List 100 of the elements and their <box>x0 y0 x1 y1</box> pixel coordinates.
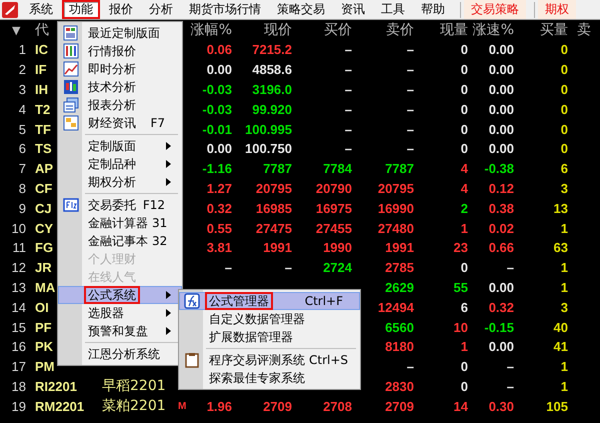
table-cell: 0 <box>560 122 568 137</box>
submenu-arrow-icon <box>166 178 171 186</box>
table-cell: 14 <box>454 398 468 414</box>
menu-item[interactable]: 财经资讯 F7 <box>58 114 182 132</box>
column-header[interactable]: 买价 <box>324 21 352 39</box>
table-cell: CF <box>35 180 52 196</box>
table-cell: – <box>406 82 414 97</box>
menu-item[interactable]: 帮助 <box>414 0 452 19</box>
table-cell: IF <box>35 62 47 78</box>
document-icon <box>63 115 79 131</box>
table-cell: 7215.2 <box>252 42 292 58</box>
table-cell: 6560 <box>385 320 414 335</box>
menu-item[interactable]: 技术分析 <box>58 78 182 96</box>
menu-item[interactable]: 行情报价 <box>58 42 182 60</box>
table-cell: 0.00 <box>488 82 514 97</box>
column-header[interactable]: 现量 <box>440 21 468 39</box>
table-cell: 菜粕2201 <box>102 397 166 416</box>
menu-item[interactable]: 定制版面 <box>58 137 182 155</box>
table-cell: 27455 <box>316 220 352 236</box>
table-cell: 7787 <box>385 161 414 176</box>
menu-item[interactable]: 公式管理器 Ctrl+F <box>179 292 360 310</box>
table-cell: -0.01 <box>202 122 232 137</box>
row-number: 12 <box>12 260 26 276</box>
table-cell: 1 <box>560 359 568 374</box>
menu-item[interactable]: 期权 <box>538 0 576 19</box>
menu-item[interactable]: 系统 <box>22 0 60 19</box>
column-header[interactable]: 卖 <box>577 21 591 39</box>
menu-item[interactable]: 最近定制版面 <box>58 24 182 42</box>
submenu-arrow-icon <box>166 327 171 335</box>
menu-item[interactable]: 预警和复盘 <box>58 322 182 340</box>
table-cell: – <box>406 359 414 374</box>
menu-item[interactable]: 金融计算器 31 <box>58 214 182 232</box>
column-header[interactable]: 买量 <box>540 21 568 39</box>
menu-item[interactable]: 资讯 <box>334 0 372 19</box>
table-cell: 7784 <box>323 161 352 176</box>
menu-item[interactable]: 金融记事本 32 <box>58 232 182 250</box>
table-cell: 0 <box>460 359 468 374</box>
menu-item[interactable]: 策略交易 <box>270 0 332 19</box>
column-header[interactable]: 涨速% <box>472 21 514 39</box>
table-cell: JR <box>35 260 52 276</box>
table-cell: PF <box>35 320 52 335</box>
menu-item[interactable]: 分析 <box>142 0 180 19</box>
row-number: 5 <box>18 122 26 137</box>
table-cell: 0.00 <box>488 339 514 354</box>
table-cell: 0.30 <box>488 398 514 414</box>
table-cell: 0 <box>560 82 568 97</box>
menu-item[interactable]: 功能 <box>62 0 100 19</box>
table-cell: 100.750 <box>245 141 292 156</box>
table-cell: CJ <box>35 200 52 216</box>
table-cell: AP <box>35 161 54 176</box>
table-cell: 4858.6 <box>252 62 292 78</box>
menu-item[interactable]: 探索最佳专家系统 <box>179 369 360 387</box>
menu-item[interactable]: 工具 <box>374 0 412 19</box>
table-cell: 3.81 <box>206 240 232 256</box>
table-cell: 0 <box>460 62 468 78</box>
table-cell: 1.27 <box>206 180 232 196</box>
menu-item[interactable]: 报价 <box>102 0 140 19</box>
column-header[interactable]: 涨幅% <box>190 21 232 39</box>
menu-item[interactable]: 即时分析 <box>58 60 182 78</box>
table-cell: 2709 <box>263 398 292 414</box>
menu-item[interactable]: 定制品种 <box>58 155 182 173</box>
menu-item[interactable]: 江恩分析系统 <box>58 345 182 363</box>
menu-item[interactable]: 期权分析 <box>58 173 182 191</box>
table-cell: 20795 <box>378 180 414 196</box>
submenu-arrow-icon <box>166 291 171 299</box>
table-cell: 1 <box>460 339 468 354</box>
menu-item[interactable]: 程序交易评测系统 Ctrl+S <box>179 351 360 369</box>
table-cell: 27475 <box>256 220 292 236</box>
menu-item[interactable]: 扩展数据管理器 <box>179 328 360 346</box>
table-cell: 23 <box>454 240 468 256</box>
table-cell: 8180 <box>385 339 414 354</box>
table-cell: 0.32 <box>206 200 232 216</box>
window-icon <box>63 97 79 113</box>
row-number: 7 <box>18 161 26 176</box>
column-header[interactable]: 现价 <box>264 21 292 39</box>
table-cell: 16975 <box>316 200 352 216</box>
menu-item[interactable]: 自定义数据管理器 <box>179 310 360 328</box>
table-cell: 2708 <box>323 398 352 414</box>
menu-item[interactable]: 选股器 <box>58 304 182 322</box>
column-header[interactable]: 代 <box>35 21 49 39</box>
column-header[interactable]: 卖价 <box>386 21 414 39</box>
table-cell: 0 <box>560 141 568 156</box>
table-cell: PM <box>35 359 54 374</box>
table-cell: – <box>224 260 232 276</box>
table-cell: 1 <box>560 378 568 394</box>
column-header[interactable]: ▼ <box>12 24 20 36</box>
table-cell: – <box>344 122 352 137</box>
menu-item[interactable]: 期货市场行情 <box>182 0 268 19</box>
table-cell: 3 <box>560 300 568 315</box>
line-chart-icon <box>63 61 79 77</box>
menu-item[interactable]: 报表分析 <box>58 96 182 114</box>
table-cell: -1.16 <box>202 161 232 176</box>
table-cell: 0.00 <box>206 62 232 78</box>
table-cell: MA <box>35 280 56 295</box>
table-cell: 0.32 <box>488 300 514 315</box>
row-number: 1 <box>18 42 26 58</box>
menu-item[interactable]: 交易委托 F12 <box>58 196 182 214</box>
table-cell: 2629 <box>385 280 414 295</box>
table-cell: – <box>344 62 352 78</box>
menu-item[interactable]: 交易策略 <box>464 0 526 19</box>
